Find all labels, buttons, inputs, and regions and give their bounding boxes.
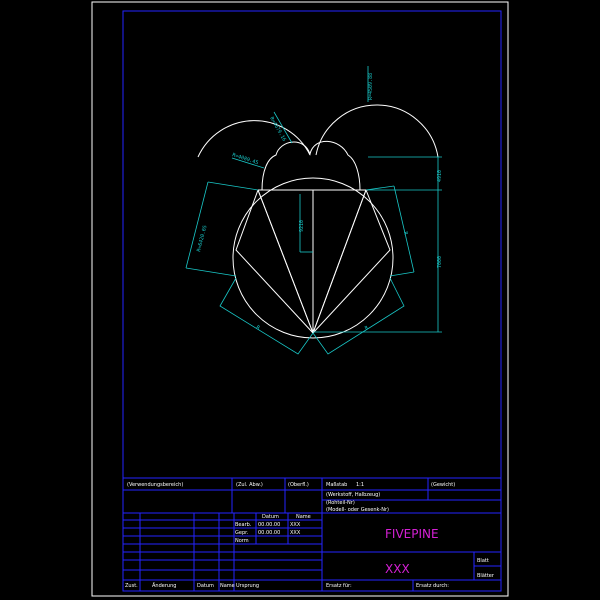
tb-modell: (Modell- oder Gesenk-Nr) — [326, 507, 389, 513]
tb-company: FIVEPINE — [385, 527, 439, 541]
tb-ersatz-fuer: Ersatz für: — [326, 583, 352, 589]
dim-right-ext2 — [389, 271, 415, 277]
tb-gepr-name: XXX — [290, 530, 301, 536]
dim-text-right-total: 7000 — [437, 256, 443, 268]
dimensions: R=4509.88 R=4679.16 R=4089.45 R=6420.65 … — [185, 66, 443, 355]
tb-oberfl: (Oberfl.) — [288, 482, 309, 488]
tb-ersatz-durch: Ersatz durch: — [416, 583, 449, 589]
tb-bearb-date: 00.00.00 — [258, 522, 280, 528]
tb-datum-footer: Datum — [197, 583, 214, 589]
tb-gepr: Gepr. — [235, 530, 249, 536]
tb-verwendungsbereich: (Verwendungsbereich) — [127, 482, 183, 488]
dim-text-side-left: R=6420.65 — [196, 225, 208, 253]
wing-outer — [257, 189, 367, 335]
title-block: (Verwendungsbereich) (Zul. Abw.) (Oberfl… — [123, 477, 501, 591]
tb-name-footer: Name — [220, 583, 235, 589]
dim-text-center: 9210 — [299, 220, 305, 232]
tb-gewicht: (Gewicht) — [431, 482, 455, 488]
tb-name-header: Name — [296, 514, 311, 520]
tb-ursprung: Ursprung — [236, 583, 259, 589]
tb-datum-header: Datum — [262, 514, 279, 520]
tb-massstab: Maßstab — [326, 482, 347, 488]
cad-drawing-sheet: R=4509.88 R=4679.16 R=4089.45 R=6420.65 … — [91, 1, 509, 597]
tb-blatt: Blatt — [477, 558, 489, 564]
diag-right — [312, 189, 367, 334]
dim-right-ext1 — [365, 185, 395, 191]
tb-zust: Zust. — [125, 583, 138, 589]
tb-norm: Norm — [235, 538, 249, 544]
tb-blaetter: Blätter — [477, 573, 495, 579]
drawing-frame — [122, 10, 502, 592]
tb-werkstoff: (Werkstoff, Halbzeug) — [326, 492, 380, 498]
tb-bearb-name: XXX — [290, 522, 301, 528]
tb-bearb: Bearb. — [235, 522, 252, 528]
tb-zul-abw: (Zul. Abw.) — [236, 482, 263, 488]
dim-text-head-left: R=4089.45 — [231, 152, 259, 166]
dim-text-right-upper: 4910 — [437, 170, 443, 182]
dim-text-top-radius: R=4509.88 — [368, 73, 374, 100]
dim-bottom-right — [312, 277, 405, 355]
tb-gepr-date: 00.00.00 — [258, 530, 280, 536]
arc-top-left — [197, 120, 311, 158]
tb-rohteil: (Rohteil-Nr) — [326, 500, 355, 506]
head-lobes — [261, 140, 361, 191]
dim-left-ext2 — [185, 267, 237, 277]
arc-top-right — [315, 104, 439, 158]
tb-drawing-no: XXX — [385, 562, 410, 576]
diag-left — [257, 189, 314, 334]
dim-bottom-left — [219, 277, 314, 355]
dim-left-ext1 — [207, 181, 259, 191]
dim-right-line — [393, 185, 415, 273]
dim-left-line — [185, 181, 209, 269]
tb-massstab-value: 1:1 — [356, 482, 364, 488]
tb-aenderung: Änderung — [152, 582, 176, 589]
